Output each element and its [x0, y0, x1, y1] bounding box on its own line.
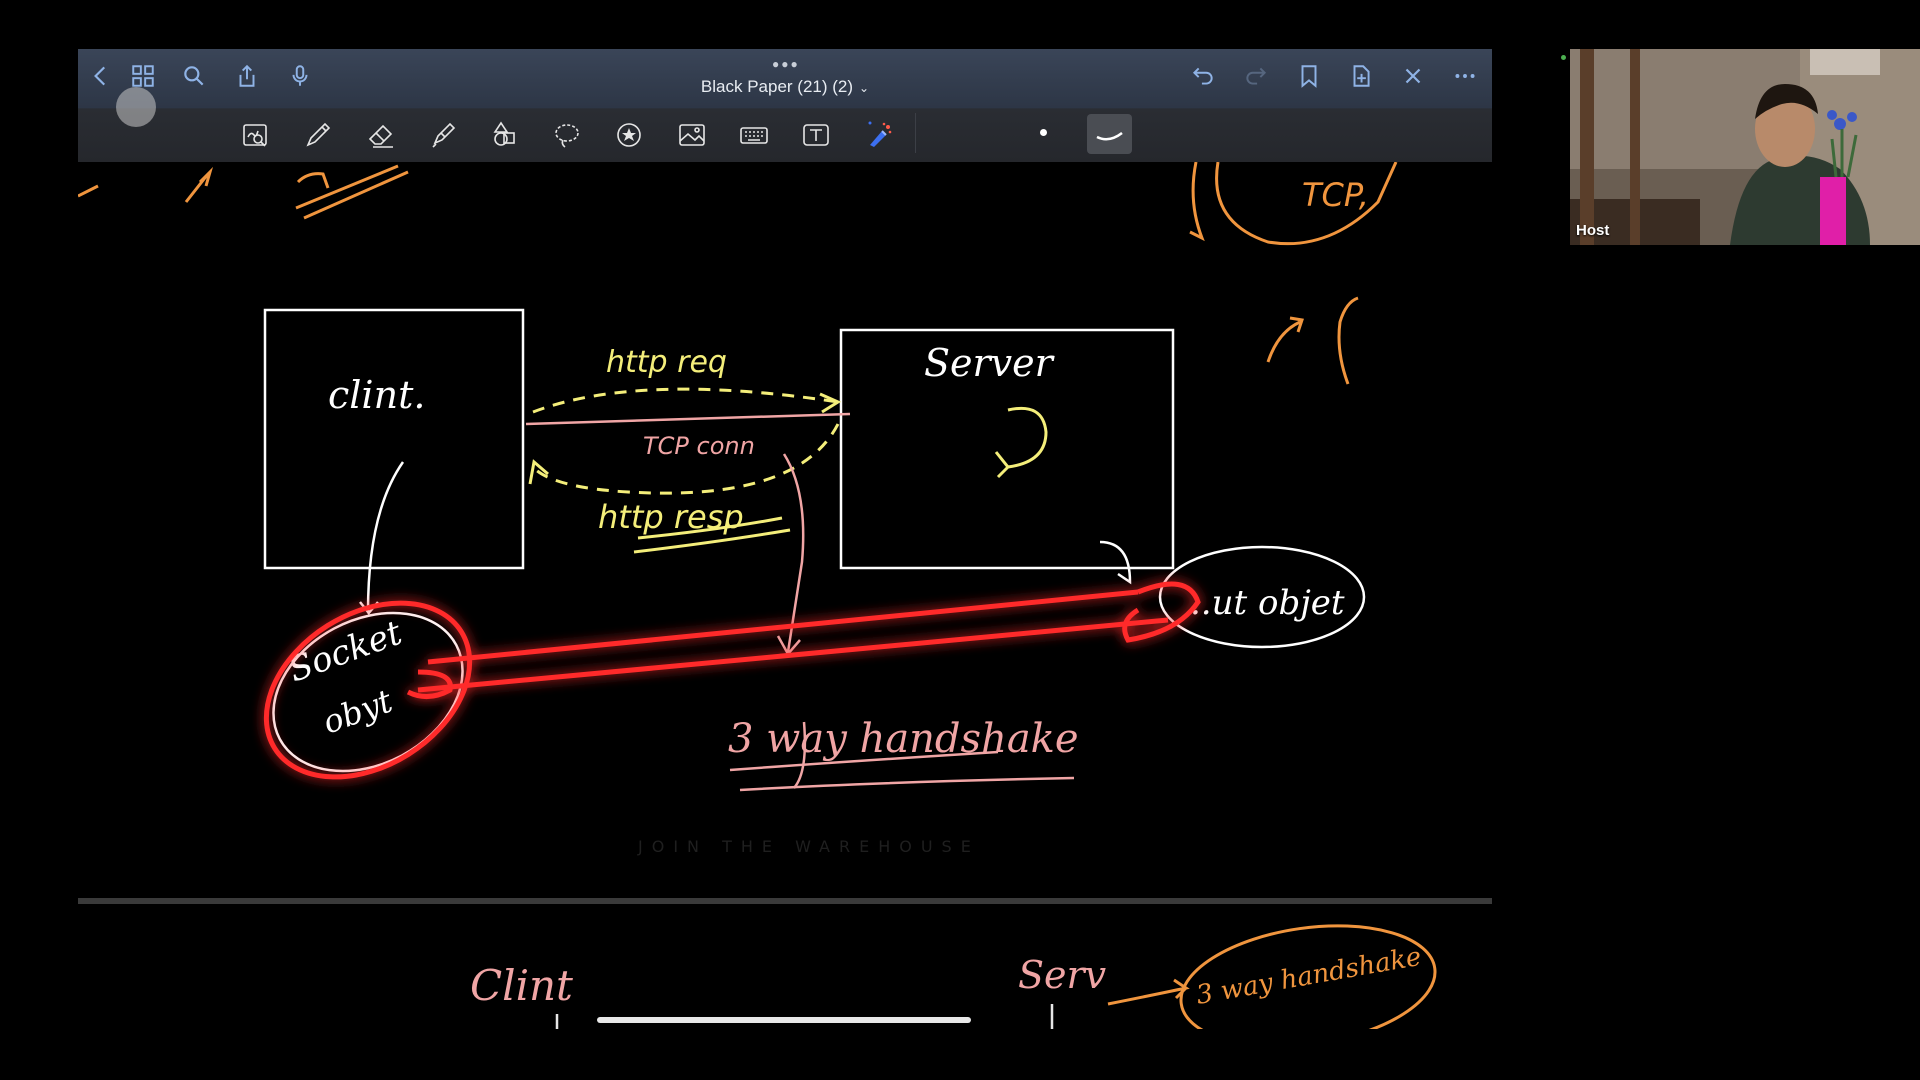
- highlighter-tool[interactable]: [423, 115, 463, 155]
- keyboard-tool[interactable]: [734, 115, 774, 155]
- toolbar-tools-row: [78, 105, 1492, 162]
- notes-app-window: ●●● Black Paper (21) (2) ⌄ TCP, clint. S…: [78, 49, 1492, 1029]
- faint-watermark: JOIN THE WAREHOUSE: [637, 837, 980, 856]
- lasso-tool[interactable]: [547, 115, 587, 155]
- socket-object-label-right: ..ut objet: [1190, 583, 1345, 623]
- page-divider: [78, 898, 1492, 904]
- toolbar: ●●● Black Paper (21) (2) ⌄: [78, 49, 1492, 162]
- chevron-down-icon: ⌄: [859, 81, 870, 95]
- participant-name: Host: [1576, 222, 1610, 239]
- zoom-window-tool[interactable]: [236, 115, 276, 155]
- client-label: clint.: [328, 373, 425, 417]
- host-video-frame: [1570, 49, 1920, 245]
- redo-icon[interactable]: [1239, 59, 1273, 93]
- tcp-note-top: TCP,: [1302, 176, 1369, 214]
- stroke-width-small-icon[interactable]: [1040, 129, 1047, 136]
- stroke-width-selected-button[interactable]: [1087, 114, 1132, 154]
- shapes-tool[interactable]: [485, 115, 525, 155]
- client-box: [263, 308, 525, 570]
- next-page-client-label: Clint: [470, 961, 573, 1010]
- three-way-handshake-label: 3 way handshake: [728, 716, 1079, 762]
- bookmark-icon[interactable]: [1292, 59, 1326, 93]
- drag-handle[interactable]: ●●●: [772, 57, 800, 71]
- image-tool[interactable]: [672, 115, 712, 155]
- next-page-server-label: Serv: [1018, 953, 1107, 997]
- object-label-left: obyt: [318, 682, 398, 742]
- toolbar-divider: [915, 113, 916, 153]
- http-req-label: http req: [606, 345, 727, 380]
- undo-icon[interactable]: [1186, 59, 1220, 93]
- pen-tool[interactable]: [298, 115, 338, 155]
- next-page-handshake-note: 3 way handshake: [1194, 942, 1424, 1011]
- video-status-dot: [1561, 55, 1566, 60]
- participant-video-tile[interactable]: Host: [1570, 49, 1920, 245]
- tcp-conn-label: TCP conn: [643, 432, 755, 460]
- document-title[interactable]: Black Paper (21) (2) ⌄: [78, 77, 1492, 97]
- server-label: Server: [924, 341, 1056, 385]
- toolbar-top-row: ●●● Black Paper (21) (2) ⌄: [78, 49, 1492, 105]
- close-icon[interactable]: [1396, 59, 1430, 93]
- orange-scribbles-top: [78, 162, 1398, 385]
- sticker-tool[interactable]: [609, 115, 649, 155]
- horizontal-scrollbar[interactable]: [597, 1017, 971, 1023]
- stroke-preview-icon: [1096, 131, 1123, 141]
- handwritten-diagram: TCP, clint. Server http req http resp TC…: [78, 162, 1492, 1029]
- server-loop-arrow: [994, 406, 1048, 479]
- laser-pointer-tool[interactable]: [858, 115, 898, 155]
- document-title-label: Black Paper (21) (2): [700, 77, 854, 96]
- drawing-canvas[interactable]: TCP, clint. Server http req http resp TC…: [78, 162, 1492, 1029]
- add-page-icon[interactable]: [1344, 59, 1378, 93]
- http-resp-label: http resp: [598, 498, 744, 536]
- more-icon[interactable]: [1448, 59, 1482, 93]
- eraser-tool[interactable]: [361, 115, 401, 155]
- text-tool[interactable]: [796, 115, 836, 155]
